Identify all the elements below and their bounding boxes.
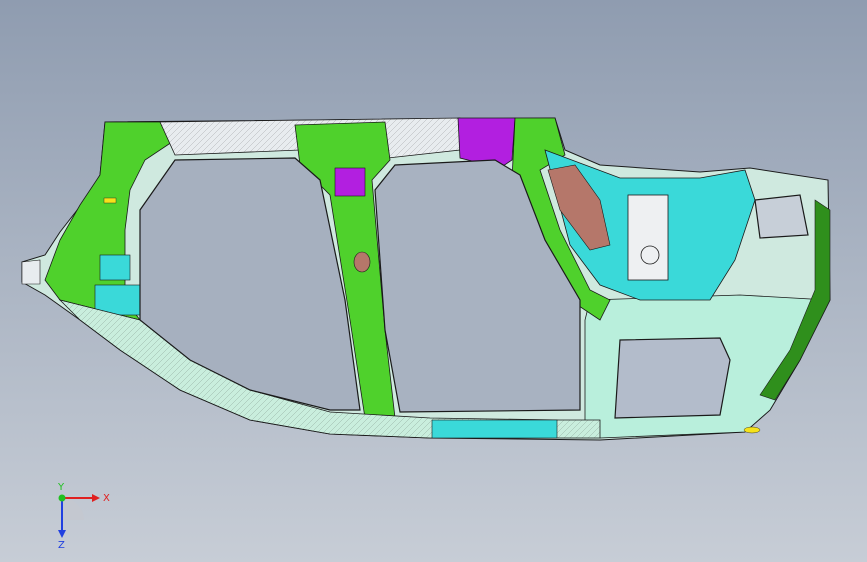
rear-yellow-marker	[743, 426, 761, 434]
front-yellow-marker	[103, 197, 117, 204]
b-pillar-anchor	[353, 251, 371, 273]
x-axis-arrow	[92, 494, 100, 502]
3d-viewport[interactable]: X Z Y	[0, 0, 867, 562]
sill-cyan-reinforcement	[431, 419, 558, 439]
latch-mechanism	[627, 194, 669, 281]
y-axis-label: Y	[57, 482, 65, 493]
rear-lower-opening	[614, 337, 731, 419]
triad-shadow-quad	[62, 498, 84, 520]
x-axis-label: X	[103, 493, 110, 504]
b-pillar-bracket	[334, 167, 366, 197]
z-axis-label: Z	[58, 540, 65, 550]
coordinate-triad: X Z Y	[57, 482, 110, 550]
z-axis-arrow	[58, 530, 66, 538]
front-cyan-bracket-upper	[99, 254, 131, 281]
car-body-side-model[interactable]	[0, 0, 867, 562]
front-mount-hook	[21, 259, 41, 285]
y-axis-origin	[58, 494, 66, 502]
rear-quarter-window	[754, 194, 809, 239]
